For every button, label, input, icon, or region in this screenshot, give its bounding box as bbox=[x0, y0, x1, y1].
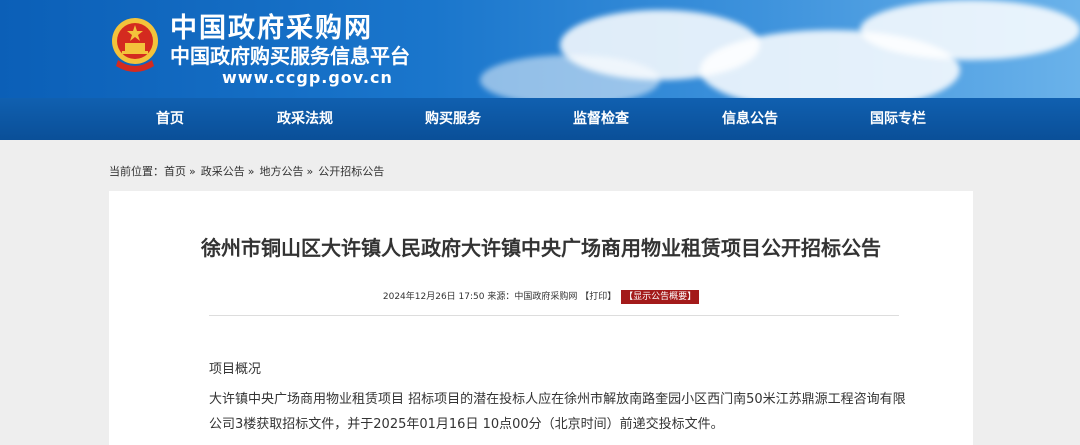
nav-item-announcements[interactable]: 信息公告 bbox=[722, 98, 778, 140]
breadcrumb-open-tender[interactable]: 公开招标公告 bbox=[318, 165, 384, 178]
article-meta: 2024年12月26日 17:50 来源：中国政府采购网 【打印】 【显示公告概… bbox=[109, 290, 973, 304]
divider bbox=[209, 315, 899, 316]
section-heading: 项目概况 bbox=[209, 362, 262, 377]
breadcrumb-separator: » bbox=[306, 165, 314, 178]
main-nav: 首页 政采法规 购买服务 监督检查 信息公告 国际专栏 bbox=[0, 98, 1080, 140]
site-url: www.ccgp.gov.cn bbox=[222, 68, 393, 87]
nav-item-home[interactable]: 首页 bbox=[156, 98, 184, 140]
breadcrumb-prefix: 当前位置： bbox=[109, 165, 164, 178]
nav-item-supervision[interactable]: 监督检查 bbox=[573, 98, 629, 140]
breadcrumb-separator: » bbox=[247, 165, 255, 178]
nav-item-regulations[interactable]: 政采法规 bbox=[277, 98, 333, 140]
national-emblem-icon bbox=[112, 18, 158, 72]
site-subtitle: 中国政府购买服务信息平台 bbox=[170, 44, 410, 68]
project-overview-text: 大许镇中央广场商用物业租赁项目 招标项目的潜在投标人应在徐州市解放南路奎园小区西… bbox=[209, 392, 906, 432]
nav-item-international[interactable]: 国际专栏 bbox=[870, 98, 926, 140]
article-title: 徐州市铜山区大许镇人民政府大许镇中央广场商用物业租赁项目公开招标公告 bbox=[201, 236, 881, 260]
breadcrumb-separator: » bbox=[189, 165, 196, 178]
breadcrumb: 当前位置：首页» 政采公告» 地方公告» 公开招标公告 bbox=[109, 164, 384, 180]
article-card: 徐州市铜山区大许镇人民政府大许镇中央广场商用物业租赁项目公开招标公告 2024年… bbox=[109, 191, 973, 445]
breadcrumb-home[interactable]: 首页 bbox=[164, 165, 186, 178]
site-banner: 中国政府采购网 中国政府购买服务信息平台 www.ccgp.gov.cn bbox=[0, 0, 1080, 98]
print-button[interactable]: 【打印】 bbox=[580, 292, 616, 302]
nav-item-purchase-services[interactable]: 购买服务 bbox=[425, 98, 481, 140]
site-title: 中国政府采购网 bbox=[170, 13, 373, 44]
publish-info: 2024年12月26日 17:50 来源：中国政府采购网 bbox=[382, 292, 578, 302]
cloud-decoration bbox=[480, 55, 660, 98]
show-summary-button[interactable]: 【显示公告概要】 bbox=[621, 290, 700, 304]
cloud-decoration bbox=[860, 0, 1080, 60]
breadcrumb-procurement-notices[interactable]: 政采公告 bbox=[201, 165, 245, 178]
breadcrumb-local-notices[interactable]: 地方公告 bbox=[259, 165, 303, 178]
